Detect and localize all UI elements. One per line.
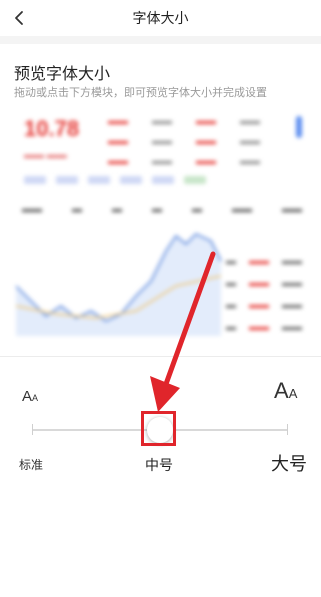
slider-tick-standard[interactable] (32, 424, 33, 435)
blurred-price: 10.78 (24, 116, 80, 141)
large-font-sample: AA (274, 378, 298, 403)
stop-label-standard[interactable]: 标准 (19, 456, 43, 473)
stop-label-medium[interactable]: 中号 (145, 455, 173, 475)
blurred-period-tabs: ▬▬ ▬ ▬ ▬ ▬ ▬▬ ▬▬ (22, 204, 302, 215)
blurred-quote-preview: 10.78 ▬▬ ▬▬ ▬▬ ▬▬ ▬▬ ▬▬ ▬▬ ▬▬ ▬▬ ▬▬ ▬▬ ▬▬ ▬▬ ▬▬ ▬… (16, 106, 306, 346)
blurred-price-chart (16, 233, 222, 336)
stop-label-large[interactable]: 大号 (271, 450, 307, 476)
preview-subtitle: 拖动或点击下方模块，即可预览字体大小并完成设置 (14, 87, 267, 99)
blurred-quote-grid: ▬▬ ▬▬ ▬▬ ▬▬ ▬▬ ▬▬ ▬▬ ▬▬ ▬▬ ▬▬ ▬▬ ▬▬ (108, 116, 260, 167)
blurred-order-book: ▬ ▬▬ ▬▬ ▬ ▬▬ ▬▬ ▬ ▬▬ ▬▬ ▬ ▬▬ ▬▬ (226, 256, 302, 333)
slider-tick-large[interactable] (287, 424, 288, 435)
nav-bar: 字体大小 (0, 0, 321, 36)
preview-title: 预览字体大小 (14, 66, 111, 83)
section-divider (0, 36, 321, 44)
highlight-box (141, 411, 176, 446)
page-title: 字体大小 (132, 10, 189, 26)
control-separator (0, 356, 321, 357)
preview-section: 预览字体大小 拖动或点击下方模块，即可预览字体大小并完成设置 10.78 ▬▬ … (0, 44, 321, 356)
blurred-change: ▬▬ ▬▬ (24, 150, 67, 161)
blurred-tags (24, 176, 206, 184)
small-font-sample: AA (22, 388, 39, 405)
blurred-side-tab (296, 116, 302, 138)
